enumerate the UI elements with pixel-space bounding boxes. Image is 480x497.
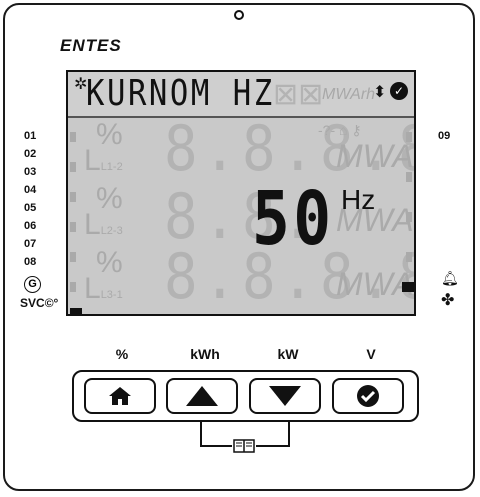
segment-bar [70,252,76,262]
generator-badge: G [24,276,41,293]
home-button[interactable] [84,378,156,414]
brand-logo: ENTES [60,36,122,55]
ghost-phase-label: LL1-2 [84,144,123,177]
ghost-phase-text: L3-1 [100,289,123,301]
key-label-kwh: kWh [190,346,220,362]
updown-icon: ⬍ [373,84,387,101]
indicator-block [70,308,82,314]
ghost-segment-icon: ⊠⊠ [273,78,324,111]
ghost-unit: MWArh [336,138,414,174]
segment-bar [70,282,76,292]
ghost-phase-label: LL3-1 [84,272,123,305]
segment-bar [406,252,412,262]
channel-05: 05 [24,202,37,214]
segment-bar [70,222,76,232]
alarm-bell-icon: 🔔︎ [441,270,459,286]
manual-book-icon [232,438,256,454]
screw-hole [234,10,244,20]
channel-06: 06 [24,220,37,232]
lcd-message-text: KURNOM HZ [86,73,275,114]
up-button[interactable] [166,378,238,414]
lcd-row-3: % LL3-1 8.8.8.8 MWArh [68,240,414,313]
segment-bar [70,162,76,172]
lcd-display: ✲ KURNOM HZ ⊠⊠ MWArh ⬍ ✓ % LL1-2 8.8.8.8… [66,70,416,316]
channel-03: 03 [24,166,37,178]
segment-bar [70,192,76,202]
key-label-v: V [366,346,376,362]
ghost-phase-text: L1-2 [100,161,123,173]
lcd-row-1: % LL1-2 8.8.8.8 -?- ⌂ ⚷ MWArh [68,112,414,185]
down-button[interactable] [249,378,321,414]
segment-bar [406,212,412,222]
ghost-phase-label: LL2-3 [84,208,123,241]
segment-bar [406,132,412,142]
check-icon [357,385,379,407]
ghost-status-icons: -?- ⌂ ⚷ [318,122,362,138]
ok-button[interactable] [332,378,404,414]
segment-bar [70,132,76,142]
lcd-main-unit: Hz [341,184,376,215]
fan-icon: ✤ [441,292,455,309]
home-icon [109,387,131,405]
up-arrow-icon [186,386,218,406]
channel-01: 01 [24,130,37,142]
ghost-phase-text: L2-3 [100,225,123,237]
channel-08: 08 [24,256,37,268]
svc-label: SVC©° [20,296,59,310]
check-icon: ✓ [390,82,408,100]
segment-bar [406,172,412,182]
ghost-unit-top: MWArh [322,86,376,103]
keypad [72,370,419,422]
indicator-block [402,282,414,292]
channel-04: 04 [24,184,37,196]
channel-09: 09 [438,130,451,142]
lcd-main-value: 50 [252,176,335,262]
svc-text: SVC [20,296,45,310]
key-label-percent: % [115,346,129,362]
down-arrow-icon [269,386,301,406]
channel-07: 07 [24,238,37,250]
channel-02: 02 [24,148,37,160]
key-label-kw: kW [277,346,299,362]
